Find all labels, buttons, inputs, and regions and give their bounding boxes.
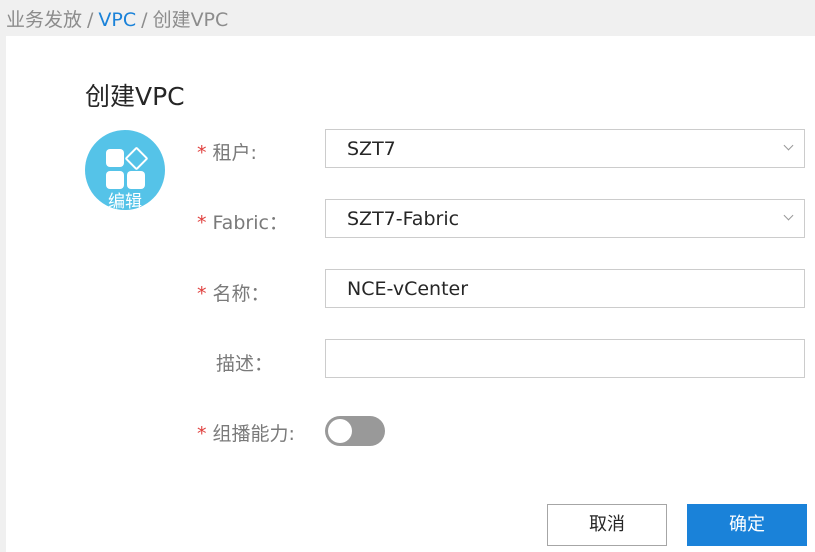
breadcrumb-separator: /: [87, 9, 94, 31]
name-label: * 名称：: [197, 279, 270, 306]
tenant-select[interactable]: SZT7: [325, 129, 805, 168]
name-input-value: NCE-vCenter: [347, 278, 469, 300]
tenant-label: * 租户:: [197, 138, 257, 165]
tenant-select-value: SZT7: [347, 138, 396, 160]
name-label-text: 名称：: [212, 283, 270, 305]
fabric-label: * Fabric：: [197, 208, 288, 235]
name-input[interactable]: NCE-vCenter: [325, 269, 805, 308]
fabric-select-value: SZT7-Fabric: [347, 208, 460, 230]
multicast-label: * 组播能力:: [197, 419, 295, 446]
breadcrumb-vpc-link[interactable]: VPC: [98, 9, 136, 31]
chevron-down-icon: [783, 140, 794, 151]
tenant-label-text: 租户:: [212, 142, 257, 164]
create-vpc-panel: 创建VPC 编辑 * 租户: SZT7 * Fabric： SZT7-Fabric …: [6, 36, 815, 552]
required-mark: *: [197, 283, 207, 305]
cancel-button[interactable]: 取消: [547, 504, 667, 546]
avatar-edit-label: 编辑: [108, 192, 142, 210]
breadcrumb-current: 创建VPC: [152, 9, 229, 31]
description-label: 描述：: [216, 353, 274, 375]
breadcrumb-root[interactable]: 业务发放: [6, 9, 82, 31]
multicast-label-text: 组播能力:: [212, 423, 295, 445]
multicast-toggle[interactable]: [325, 416, 385, 446]
breadcrumb: 业务发放 / VPC / 创建VPC: [6, 5, 228, 32]
required-mark: *: [197, 212, 207, 234]
breadcrumb-separator: /: [141, 9, 148, 31]
confirm-button[interactable]: 确定: [687, 504, 807, 546]
required-mark: *: [197, 423, 207, 445]
required-mark: *: [197, 142, 207, 164]
page-title: 创建VPC: [85, 82, 185, 111]
fabric-select[interactable]: SZT7-Fabric: [325, 199, 805, 238]
toggle-knob: [328, 419, 352, 443]
vpc-avatar-edit[interactable]: 编辑: [85, 130, 165, 210]
description-input[interactable]: [325, 339, 805, 378]
fabric-label-text: Fabric：: [212, 212, 288, 234]
chevron-down-icon: [783, 210, 794, 221]
